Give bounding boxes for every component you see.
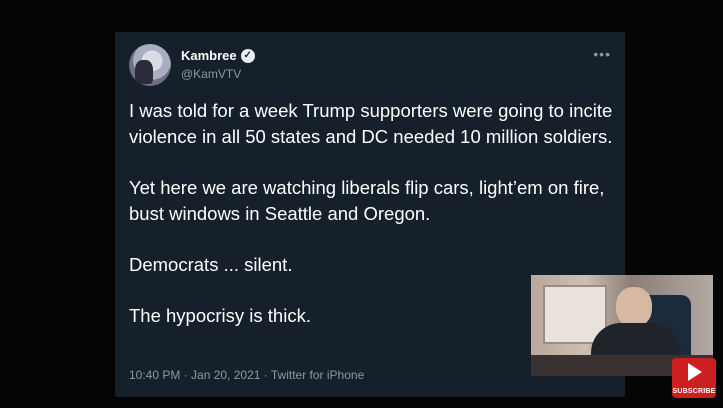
verified-icon: ✓: [240, 48, 255, 63]
avatar[interactable]: [129, 44, 171, 86]
author-name[interactable]: Kambree: [181, 48, 237, 63]
author-handle[interactable]: @KamVTV: [181, 67, 241, 81]
tweet-timestamp[interactable]: 10:40 PM · Jan 20, 2021 · Twitter for iP…: [129, 368, 364, 382]
author-row: Kambree ✓: [181, 48, 255, 63]
play-icon: [688, 363, 702, 381]
more-options-icon[interactable]: •••: [593, 46, 611, 62]
tweet-paragraph: Yet here we are watching liberals flip c…: [129, 177, 605, 224]
tweet-paragraph: I was told for a week Trump supporters w…: [129, 100, 613, 147]
subscribe-button[interactable]: SUBSCRIBE: [672, 358, 716, 398]
webcam-person-head: [616, 287, 652, 327]
subscribe-label: SUBSCRIBE: [672, 388, 716, 395]
